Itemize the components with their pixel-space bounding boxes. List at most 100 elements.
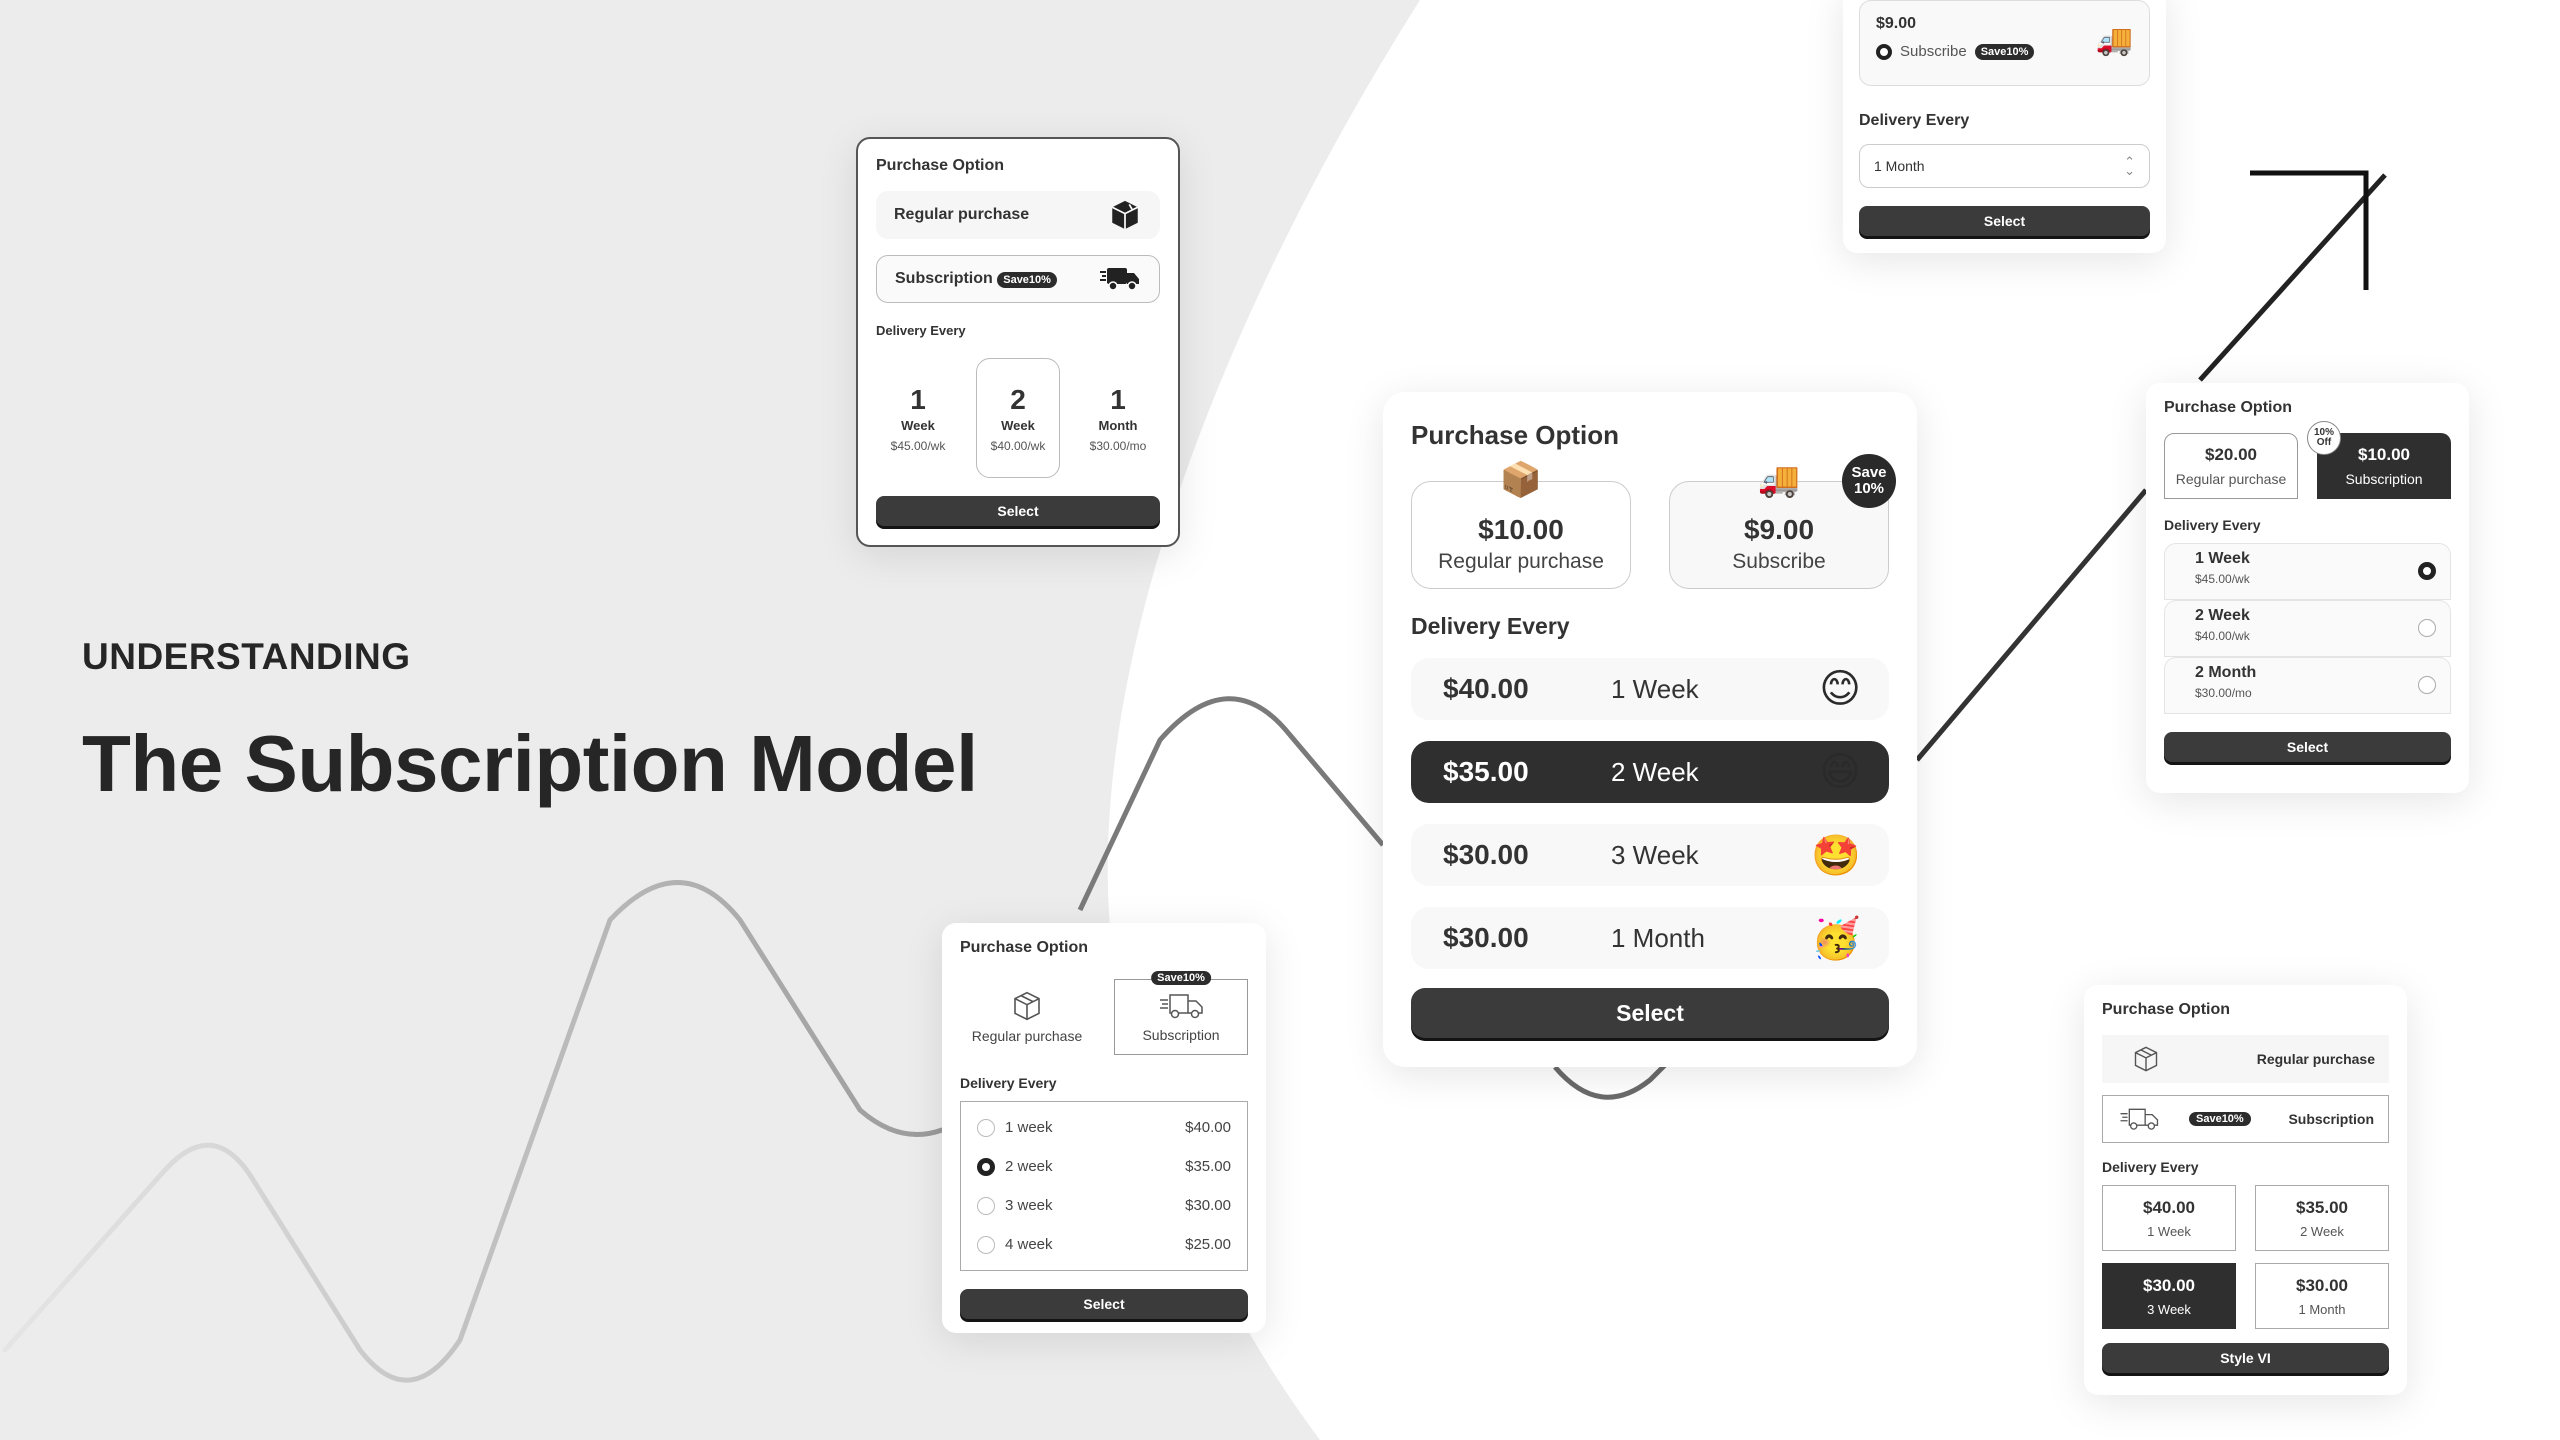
frequency-number: 1 (1110, 383, 1126, 415)
purchase-card-style-b: Purchase Option 📦 $10.00 Regular purchas… (1383, 392, 1917, 1067)
style-vi-button[interactable]: Style VI (2102, 1343, 2389, 1373)
purchase-options: $20.00 Regular purchase 10% Off $10.00 S… (2164, 421, 2451, 499)
frequency-item[interactable]: 4 week $25.00 (977, 1225, 1231, 1264)
frequency-item[interactable]: 3 week $30.00 (977, 1186, 1231, 1225)
select-button[interactable]: Select (2164, 732, 2451, 762)
select-button[interactable]: Select (1859, 206, 2150, 236)
save-badge: Save10% (997, 272, 1057, 288)
page-title: The Subscription Model (82, 719, 978, 808)
save-badge: Save10% (1974, 43, 2035, 60)
frequency-options: 1 Week $45.00/wk 2 Week $40.00/wk 1 Mont… (876, 358, 1160, 478)
option-subscription-selected[interactable]: Save10% Subscription (1114, 971, 1248, 1055)
option-label: Subscribe (1900, 43, 1967, 60)
option-regular-purchase[interactable]: Regular purchase (876, 191, 1160, 239)
option-regular-purchase[interactable]: 📦 $10.00 Regular purchase (1411, 461, 1631, 589)
row-frequency: 2 Week (1611, 756, 1699, 787)
cell-label: 1 Week (2147, 1223, 2191, 1239)
row-price: $40.00 (1443, 673, 1529, 704)
row-price: $40.00/wk (2195, 629, 2250, 643)
delivery-label: Delivery Every (1411, 613, 1570, 639)
frequency-cell[interactable]: $40.00 1 Week (2102, 1185, 2236, 1251)
option-label: Subscription (2345, 471, 2423, 487)
frequency-unit: Month (1098, 417, 1138, 433)
save-badge: Save10% (1151, 971, 1211, 985)
delivery-label: Delivery Every (960, 1075, 1057, 1091)
frequency-row-selected[interactable]: 1 Week $45.00/wk (2164, 543, 2451, 600)
option-subscribe[interactable]: $9.00 Subscribe Save10% 🚚 (1859, 0, 2150, 86)
row-price: $30.00/mo (2195, 686, 2252, 700)
row-frequency: 2 Week (2195, 607, 2250, 624)
radio-unselected[interactable] (977, 1118, 995, 1137)
frequency-option[interactable]: 1 Month $30.00/mo (1076, 358, 1160, 478)
wave-line-left (2, 880, 945, 1383)
option-subscription[interactable]: Subscription Save10% (876, 255, 1160, 303)
delivery-truck-icon (1160, 994, 1203, 1019)
discount-badge-line2: Off (2316, 437, 2332, 448)
option-subscription-selected[interactable]: Save10% Subscription (2102, 1095, 2389, 1143)
option-subscription-selected[interactable]: 10% Off $10.00 Subscription (2307, 421, 2451, 499)
item-price: $30.00 (1185, 1197, 1231, 1214)
frequency-option-selected[interactable]: 2 Week $40.00/wk (976, 358, 1060, 478)
frequency-row[interactable]: $30.00 3 Week 🤩 (1411, 824, 1889, 886)
cell-price: $30.00 (2143, 1275, 2195, 1295)
item-label: 1 week (1005, 1119, 1053, 1136)
row-frequency: 2 Month (2195, 664, 2257, 681)
frequency-row[interactable]: 2 Month $30.00/mo (2164, 657, 2451, 714)
option-regular-purchase[interactable]: $20.00 Regular purchase (2164, 433, 2298, 499)
select-button[interactable]: Select (876, 496, 1160, 526)
package-icon (1111, 200, 1139, 230)
frequency-cell[interactable]: $30.00 1 Month (2255, 1263, 2389, 1329)
radio-unselected[interactable] (977, 1196, 995, 1215)
select-button[interactable]: Select (1411, 988, 1889, 1038)
option-label: Regular purchase (1438, 550, 1604, 573)
radio-selected[interactable] (977, 1157, 995, 1176)
radio-unselected[interactable] (2418, 619, 2436, 637)
row-frequency: 1 Week (1611, 673, 1699, 704)
wave-line-middle (1077, 696, 1385, 912)
frequency-row[interactable]: $30.00 1 Month 🥳 (1411, 907, 1889, 969)
purchase-card-style-a: Purchase Option Regular purchase Subscri… (856, 137, 1180, 547)
frequency-row[interactable]: 2 Week $40.00/wk (2164, 600, 2451, 657)
card-title: Purchase Option (2102, 1001, 2231, 1018)
radio-selected[interactable] (1876, 43, 1892, 60)
delivery-truck-icon (2120, 1108, 2159, 1130)
item-label: 2 week (1005, 1158, 1053, 1175)
row-frequency: 3 Week (1611, 839, 1699, 870)
frequency-row-selected[interactable]: $35.00 2 Week 😄 (1411, 741, 1889, 803)
option-regular-purchase[interactable]: Regular purchase (960, 979, 1094, 1055)
option-price: $10.00 (2358, 445, 2410, 464)
delivery-truck-icon (1100, 268, 1139, 291)
frequency-list: 1 Week $45.00/wk 2 Week $40.00/wk 2 Mont… (2164, 543, 2451, 714)
cell-label: 3 Week (2147, 1301, 2191, 1317)
select-button[interactable]: Select (960, 1289, 1248, 1319)
frequency-row[interactable]: $40.00 1 Week 😊 (1411, 658, 1889, 720)
frequency-option[interactable]: 1 Week $45.00/wk (876, 358, 960, 478)
cell-price: $30.00 (2296, 1275, 2348, 1295)
option-price: $10.00 (1478, 514, 1564, 545)
row-frequency: 1 Month (1611, 922, 1705, 953)
radio-unselected[interactable] (2418, 676, 2436, 694)
frequency-item-selected[interactable]: 2 week $35.00 (977, 1147, 1231, 1186)
delivery-frequency-select[interactable]: 1 Month ⌃ ⌄ (1859, 144, 2150, 188)
frequency-cell-selected[interactable]: $30.00 3 Week (2102, 1263, 2236, 1329)
radio-unselected[interactable] (977, 1235, 995, 1254)
option-regular-purchase[interactable]: Regular purchase (2102, 1035, 2389, 1083)
radio-selected[interactable] (2418, 562, 2436, 580)
option-label: Subscribe (1732, 550, 1826, 573)
frequency-item[interactable]: 1 week $40.00 (977, 1108, 1231, 1147)
frequency-grid: $40.00 1 Week $35.00 2 Week $30.00 3 Wee… (2102, 1185, 2389, 1329)
cell-label: 1 Month (2298, 1301, 2346, 1317)
trend-line-upper (2198, 173, 2387, 382)
delivery-truck-icon: 🚚 (2095, 24, 2133, 57)
save-badge-line1: Save (1851, 464, 1887, 482)
row-price: $30.00 (1443, 922, 1529, 953)
option-label: Regular purchase (971, 1028, 1083, 1044)
save-badge-line2: 10% (1853, 480, 1885, 497)
option-label: Regular purchase (2256, 1051, 2375, 1067)
option-subscribe[interactable]: 🚚 Save 10% $9.00 Subscribe (1669, 454, 1896, 589)
option-label: Regular purchase (894, 206, 1030, 223)
cell-price: $40.00 (2143, 1197, 2195, 1217)
grinning-face-icon: 😄 (1819, 750, 1861, 794)
frequency-cell[interactable]: $35.00 2 Week (2255, 1185, 2389, 1251)
save-badge: Save 10% (1842, 454, 1896, 508)
